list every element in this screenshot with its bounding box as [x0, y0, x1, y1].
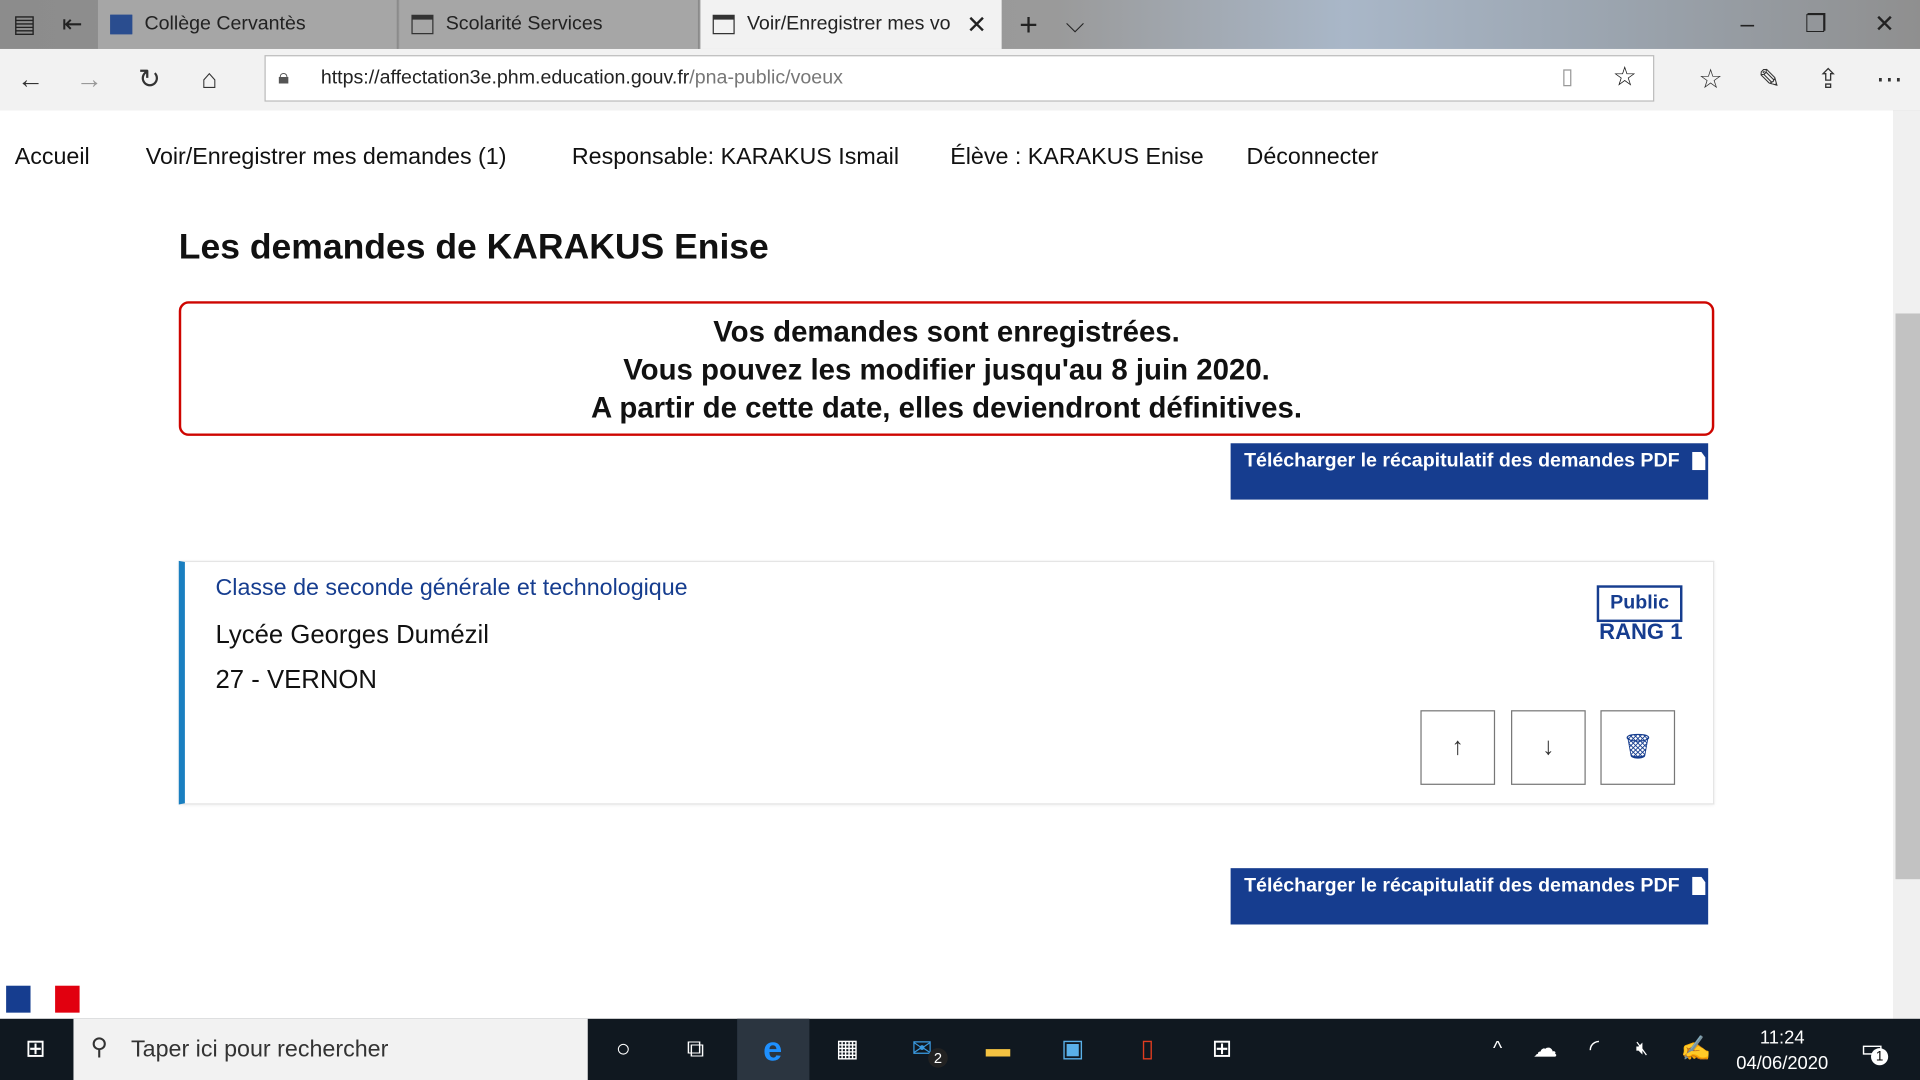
home-icon[interactable]: ⌂ — [191, 61, 228, 98]
page-icon — [411, 14, 434, 35]
new-tab-icon[interactable]: + — [1010, 6, 1047, 43]
trash-icon: 🗑︎ — [1622, 733, 1654, 761]
marianne-logo — [6, 985, 80, 1013]
menu-deconnecter[interactable]: Déconnecter — [1247, 144, 1379, 171]
status-badge: Public — [1596, 585, 1683, 623]
menu-responsable[interactable]: Responsable: KARAKUS Ismail — [572, 144, 899, 171]
chevron-down-icon[interactable]: ⌵ — [1057, 6, 1094, 43]
mail-badge: 2 — [928, 1048, 948, 1068]
download-label: Télécharger le récapitulatif des demande… — [1244, 450, 1680, 472]
request-card: Classe de seconde générale et technologi… — [178, 560, 1715, 805]
clock[interactable]: 11:24 04/06/2020 — [1724, 1025, 1840, 1076]
windows-start-icon[interactable]: ⊞ — [17, 1031, 54, 1068]
pdf-icon — [1691, 451, 1706, 471]
tab-college[interactable]: Collège Cervantès — [97, 0, 398, 49]
site-favicon-icon — [110, 14, 133, 35]
move-down-button[interactable]: ↓ — [1511, 710, 1586, 785]
calculator-icon[interactable]: ▦ — [829, 1031, 866, 1068]
tab-voeux[interactable]: Voir/Enregistrer mes vo ✕ — [700, 0, 1002, 49]
request-city: 27 - VERNON — [215, 666, 377, 695]
pdf-icon — [1691, 876, 1706, 896]
scrollbar[interactable] — [1893, 110, 1920, 1019]
time: 11:24 — [1759, 1027, 1805, 1049]
request-rank: RANG 1 — [1599, 619, 1683, 645]
refresh-icon[interactable]: ↻ — [131, 61, 168, 98]
status-alert: Vos demandes sont enregistrées. Vous pou… — [178, 301, 1715, 436]
onedrive-icon[interactable]: ☁ — [1527, 1031, 1564, 1068]
page-title: Les demandes de KARAKUS Enise — [178, 227, 769, 267]
wifi-icon[interactable]: ◜ — [1576, 1031, 1613, 1068]
favorite-star-icon[interactable]: ☆ — [1613, 61, 1637, 93]
page-icon — [712, 14, 735, 35]
set-aside-tabs-icon[interactable]: ⇤ — [54, 6, 91, 43]
restore-icon[interactable]: ❐ — [1798, 6, 1835, 43]
alert-line: Vos demandes sont enregistrées. — [713, 315, 1180, 349]
search-placeholder: Taper ici pour rechercher — [131, 1037, 389, 1063]
url-host: https://affectation3e.phm.education.gouv… — [320, 67, 690, 89]
delete-button[interactable]: 🗑︎ — [1600, 710, 1676, 785]
reading-view-icon[interactable]: ▯ — [1561, 64, 1573, 90]
task-view-icon[interactable]: ⧉ — [677, 1031, 714, 1068]
url-path: /pna-public/voeux — [689, 67, 843, 89]
request-school: Lycée Georges Dumézil — [215, 620, 489, 649]
file-explorer-icon[interactable]: ▬ — [980, 1031, 1017, 1068]
taskbar-search[interactable]: ⚲ Taper ici pour rechercher — [73, 1018, 588, 1080]
menu-accueil[interactable]: Accueil — [15, 144, 90, 171]
volume-muted-icon[interactable]: 🔇︎ — [1624, 1031, 1661, 1068]
arrow-up-icon: ↑ — [1451, 733, 1464, 761]
url-input[interactable]: 🔒︎ https://affectation3e.phm.education.g… — [264, 55, 1655, 102]
menu-demandes[interactable]: Voir/Enregistrer mes demandes (1) — [146, 144, 507, 171]
close-tab-icon[interactable]: ✕ — [966, 9, 987, 40]
pen-icon[interactable]: ✎ — [1751, 61, 1788, 98]
download-pdf-button-bottom[interactable]: Télécharger le récapitulatif des demande… — [1230, 868, 1709, 925]
mail-icon[interactable]: ✉ 2 — [904, 1031, 948, 1068]
cortana-icon[interactable]: ○ — [605, 1031, 642, 1068]
share-icon[interactable]: ⇪ — [1810, 61, 1847, 98]
tab-scolarite[interactable]: Scolarité Services — [399, 0, 700, 49]
favorites-icon[interactable]: ☆ — [1692, 61, 1729, 98]
tab-label: Voir/Enregistrer mes vo — [746, 13, 951, 35]
forward-icon[interactable]: → — [71, 61, 108, 98]
tab-actions-icon[interactable]: ▤ — [6, 6, 43, 43]
tab-label: Collège Cervantès — [144, 13, 306, 35]
more-icon[interactable]: ⋯ — [1871, 61, 1908, 98]
close-window-icon[interactable]: ✕ — [1866, 6, 1903, 43]
download-label: Télécharger le récapitulatif des demande… — [1244, 875, 1680, 897]
edge-icon: e — [763, 1029, 783, 1068]
minimize-icon[interactable]: – — [1729, 6, 1766, 43]
tab-label: Scolarité Services — [445, 13, 603, 35]
tab-bar: ▤ ⇤ Collège Cervantès Scolarité Services… — [0, 0, 1920, 49]
menu-eleve[interactable]: Élève : KARAKUS Enise — [950, 144, 1203, 171]
pen-workspace-icon[interactable]: ✍ — [1678, 1031, 1715, 1068]
chevron-up-icon[interactable]: ^ — [1479, 1031, 1516, 1068]
edge-app[interactable]: e — [737, 1018, 810, 1080]
taskbar: ⊞ ⚲ Taper ici pour rechercher ○ ⧉ e ▦ ✉ 2 … — [0, 1018, 1920, 1080]
page-content: Accueil Voir/Enregistrer mes demandes (1… — [0, 110, 1894, 1019]
arrow-down-icon: ↓ — [1542, 733, 1555, 761]
lock-icon: 🔒︎ — [277, 64, 290, 89]
move-up-button[interactable]: ↑ — [1420, 710, 1496, 785]
notification-count: 1 — [1871, 1048, 1889, 1066]
office-icon[interactable]: ▯ — [1129, 1031, 1166, 1068]
address-bar-row: ← → ↻ ⌂ 🔒︎ https://affectation3e.phm.edu… — [0, 48, 1920, 112]
download-pdf-button-top[interactable]: Télécharger le récapitulatif des demande… — [1230, 443, 1709, 500]
alert-line: A partir de cette date, elles deviendron… — [591, 391, 1302, 425]
scrollbar-thumb[interactable] — [1895, 313, 1920, 880]
store-icon[interactable]: ⊞ — [1204, 1031, 1241, 1068]
search-icon: ⚲ — [90, 1034, 108, 1061]
alert-line: Vous pouvez les modifier jusqu'au 8 juin… — [623, 353, 1270, 387]
date: 04/06/2020 — [1736, 1053, 1829, 1074]
notifications-icon[interactable]: ▭ 1 — [1854, 1031, 1891, 1068]
back-icon[interactable]: ← — [12, 61, 49, 98]
control-panel-icon[interactable]: ▣ — [1054, 1031, 1091, 1068]
request-category: Classe de seconde générale et technologi… — [215, 575, 688, 602]
